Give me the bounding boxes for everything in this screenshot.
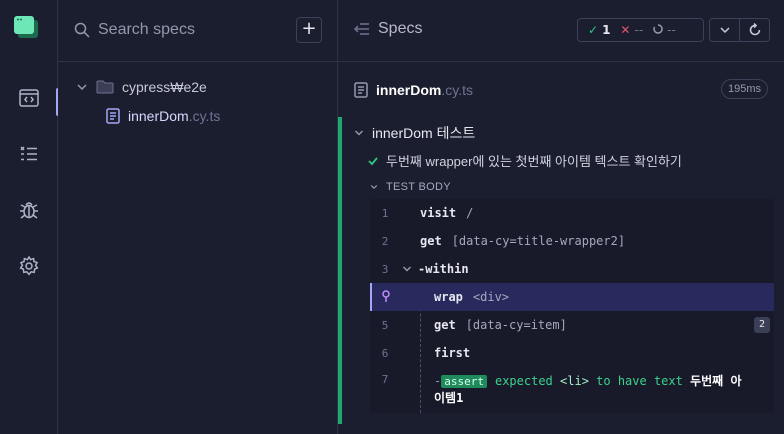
chevron-down-icon (77, 84, 87, 91)
add-spec-button[interactable]: + (296, 17, 322, 43)
element-count-badge: 2 (754, 317, 770, 333)
search-icon (74, 22, 90, 38)
reporter-title-label: Specs (378, 20, 423, 37)
folder-name: cypress₩e2e (122, 79, 207, 95)
test-body-label: TEST BODY (386, 181, 451, 193)
reporter-header: Specs ✓ 1 ✕ -- -- (338, 0, 784, 62)
command-row-pinned[interactable]: wrap <div> (370, 283, 774, 311)
spec-file-ext: .cy.ts (188, 108, 221, 124)
rerun-button[interactable] (739, 19, 769, 41)
failed-count: ✕ -- (620, 23, 644, 37)
duration-badge: 195ms (720, 79, 768, 99)
nav-settings[interactable] (0, 244, 58, 288)
command-row[interactable]: 5 get [data-cy=item] 2 (370, 311, 774, 339)
command-row[interactable]: 2 get [data-cy=title-wrapper2] (370, 227, 774, 255)
gear-icon (19, 255, 39, 276)
chevron-down-icon (370, 184, 378, 190)
side-nav (0, 0, 60, 434)
spinner-icon (653, 24, 663, 34)
document-icon (106, 108, 120, 124)
test-list-icon (20, 146, 37, 161)
suite-block: innerDom 테스트 두번째 wrapper에 있는 첫번째 아이템 텍스트… (338, 117, 784, 424)
test-body-header[interactable]: TEST BODY (370, 181, 451, 193)
toggle-dropdown-button[interactable] (710, 19, 739, 41)
app-logo-icon[interactable] (14, 16, 38, 38)
chevron-down-icon (354, 130, 364, 136)
suite-title-label: innerDom 테스트 (372, 125, 476, 141)
specs-panel: + cypress₩e2e innerDom.cy.ts (58, 0, 338, 434)
chevron-down-icon (402, 266, 412, 272)
reporter-title[interactable]: Specs (354, 20, 422, 38)
command-row[interactable]: 6 first (370, 339, 774, 367)
test-stats: ✓ 1 ✕ -- -- (577, 18, 704, 42)
assert-badge: assert (441, 375, 487, 388)
check-icon (368, 156, 378, 165)
pin-icon (382, 289, 390, 302)
chevron-down-icon (719, 27, 730, 34)
command-row[interactable]: 1 visit / (370, 199, 774, 227)
command-log: 1 visit / 2 get [data-cy=title-wrapper2]… (370, 199, 774, 413)
test-title[interactable]: 두번째 wrapper에 있는 첫번째 아이템 텍스트 확인하기 (368, 151, 682, 170)
nav-debug[interactable] (0, 188, 58, 232)
folder-row[interactable]: cypress₩e2e (76, 76, 207, 98)
command-name: - (418, 262, 426, 276)
search-input[interactable] (98, 18, 288, 42)
reporter-panel: Specs ✓ 1 ✕ -- -- innerDom.cy.ts 195ms i… (338, 0, 784, 434)
folder-icon (96, 80, 114, 94)
run-controls (709, 18, 770, 42)
document-icon (354, 82, 368, 98)
suite-title[interactable]: innerDom 테스트 (354, 123, 475, 143)
nav-specs[interactable] (0, 76, 60, 120)
command-row[interactable]: 3 - within (370, 255, 774, 283)
spec-ext: .cy.ts (441, 82, 473, 98)
reload-icon (749, 23, 760, 36)
collapse-list-icon (354, 23, 369, 35)
passed-count: ✓ 1 (588, 23, 611, 37)
search-bar: + (58, 0, 338, 62)
spec-header: innerDom.cy.ts 195ms (354, 78, 772, 102)
test-title-label: 두번째 wrapper에 있는 첫번째 아이템 텍스트 확인하기 (386, 154, 682, 169)
spec-name: innerDom (376, 82, 442, 98)
nav-runs[interactable] (0, 132, 58, 176)
code-window-icon (19, 89, 39, 107)
spec-file-name: innerDom (128, 108, 189, 124)
spec-file-row[interactable]: innerDom.cy.ts (106, 105, 220, 127)
assert-row[interactable]: 7 - assert expected <li> to have text 두번째 … (370, 367, 774, 407)
bug-icon (20, 202, 38, 219)
pending-count: -- (653, 23, 676, 37)
